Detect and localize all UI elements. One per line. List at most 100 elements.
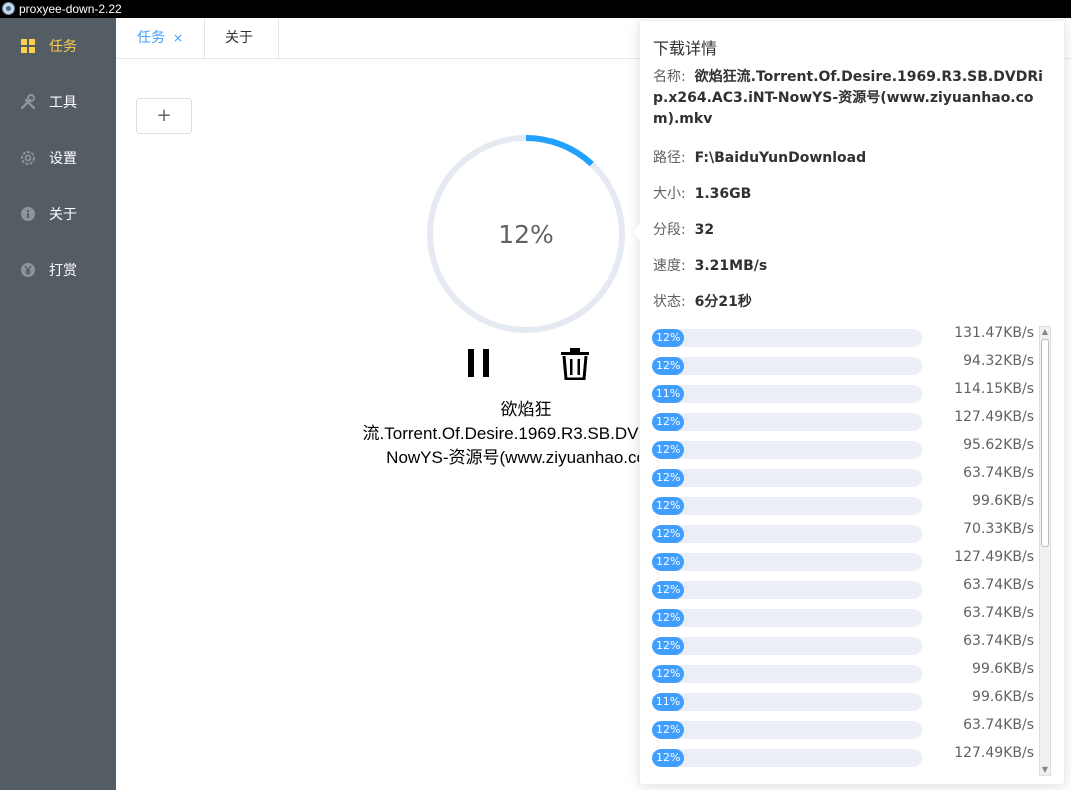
tab-about[interactable]: 关于 bbox=[205, 18, 279, 59]
sidebar: 任务 工具 设置 关于 打赏 bbox=[0, 18, 116, 790]
detail-key: 状态: bbox=[653, 294, 686, 310]
segment-progress-bar: 12% bbox=[652, 441, 922, 459]
segment-row: 12% 127.49KB/s bbox=[652, 547, 1038, 575]
detail-status: 状态: 6分21秒 bbox=[653, 291, 752, 311]
progress-percent: 12% bbox=[498, 219, 554, 249]
segment-progress-bar: 11% bbox=[652, 693, 922, 711]
segment-row: 12% 63.74KB/s bbox=[652, 603, 1038, 631]
segment-speed: 94.32KB/s bbox=[963, 353, 1034, 369]
window-title: proxyee-down-2.22 bbox=[19, 2, 122, 16]
sidebar-item-about[interactable]: 关于 bbox=[0, 186, 116, 242]
segment-speed: 63.74KB/s bbox=[963, 717, 1034, 733]
segment-speed: 99.6KB/s bbox=[972, 689, 1034, 705]
segment-speed: 63.74KB/s bbox=[963, 465, 1034, 481]
segment-speed: 99.6KB/s bbox=[972, 661, 1034, 677]
info-icon bbox=[21, 207, 35, 221]
sidebar-item-label: 工具 bbox=[49, 95, 77, 111]
segment-progress-bar: 12% bbox=[652, 637, 922, 655]
segment-speed: 99.6KB/s bbox=[972, 493, 1034, 509]
segment-progress-bar: 12% bbox=[652, 413, 922, 431]
detail-value: 6分21秒 bbox=[694, 294, 752, 310]
segment-row: 12% 127.49KB/s bbox=[652, 743, 1038, 771]
segment-row: 12% 63.74KB/s bbox=[652, 575, 1038, 603]
yen-icon bbox=[21, 263, 35, 277]
segment-speed: 95.62KB/s bbox=[963, 437, 1034, 453]
detail-key: 大小: bbox=[653, 186, 686, 202]
segment-speed: 114.15KB/s bbox=[954, 381, 1034, 397]
detail-speed: 速度: 3.21MB/s bbox=[653, 255, 767, 275]
segment-progress-fill: 12% bbox=[652, 637, 685, 655]
segment-row: 12% 94.32KB/s bbox=[652, 351, 1038, 379]
sidebar-item-label: 设置 bbox=[49, 151, 77, 167]
segment-progress-fill: 12% bbox=[652, 665, 685, 683]
close-icon[interactable]: × bbox=[173, 31, 183, 45]
segment-progress-fill: 12% bbox=[652, 553, 685, 571]
sidebar-item-tasks[interactable]: 任务 bbox=[0, 18, 116, 74]
segment-progress-bar: 11% bbox=[652, 385, 922, 403]
segment-progress-fill: 12% bbox=[652, 413, 685, 431]
segment-progress-fill: 12% bbox=[652, 721, 685, 739]
detail-key: 分段: bbox=[653, 222, 686, 238]
segment-progress-fill: 12% bbox=[652, 357, 685, 375]
segment-progress-bar: 12% bbox=[652, 749, 922, 767]
popover-title: 下载详情 bbox=[653, 39, 718, 58]
segment-row: 12% 99.6KB/s bbox=[652, 659, 1038, 687]
window-titlebar: proxyee-down-2.22 bbox=[0, 0, 1071, 18]
segment-progress-fill: 12% bbox=[652, 609, 685, 627]
segment-speed: 127.49KB/s bbox=[954, 745, 1034, 761]
delete-icon[interactable] bbox=[560, 348, 590, 380]
segment-progress-bar: 12% bbox=[652, 581, 922, 599]
scrollbar-thumb[interactable] bbox=[1041, 339, 1049, 547]
pause-icon[interactable] bbox=[466, 348, 492, 378]
detail-value: 32 bbox=[694, 222, 715, 238]
detail-path: 路径: F:\BaiduYunDownload bbox=[653, 147, 866, 167]
detail-key: 名称: bbox=[653, 69, 686, 85]
segment-progress-bar: 12% bbox=[652, 525, 922, 543]
segment-progress-fill: 12% bbox=[652, 581, 685, 599]
scroll-up-icon[interactable]: ▲ bbox=[1040, 327, 1050, 337]
segment-row: 12% 63.74KB/s bbox=[652, 463, 1038, 491]
sidebar-item-label: 打赏 bbox=[49, 263, 77, 279]
tools-icon bbox=[20, 94, 36, 110]
segment-row: 12% 131.47KB/s bbox=[652, 323, 1038, 351]
detail-value: F:\BaiduYunDownload bbox=[694, 150, 867, 166]
tab-label: 任务 bbox=[137, 30, 165, 46]
gear-icon bbox=[21, 151, 35, 165]
segment-speed: 63.74KB/s bbox=[963, 605, 1034, 621]
segment-speed: 131.47KB/s bbox=[954, 325, 1034, 341]
sidebar-item-settings[interactable]: 设置 bbox=[0, 130, 116, 186]
detail-value: 欲焰狂流.Torrent.Of.Desire.1969.R3.SB.DVDRip… bbox=[653, 69, 1043, 127]
grid-icon bbox=[21, 39, 35, 53]
detail-segments: 分段: 32 bbox=[653, 219, 714, 239]
sidebar-item-label: 任务 bbox=[49, 39, 77, 55]
segment-progress-fill: 12% bbox=[652, 525, 685, 543]
segment-speed: 63.74KB/s bbox=[963, 633, 1034, 649]
segment-row: 12% 99.6KB/s bbox=[652, 491, 1038, 519]
add-task-button[interactable]: + bbox=[136, 98, 192, 134]
segment-progress-bar: 12% bbox=[652, 553, 922, 571]
segment-speed: 127.49KB/s bbox=[954, 549, 1034, 565]
segment-row: 12% 70.33KB/s bbox=[652, 519, 1038, 547]
tab-label: 关于 bbox=[225, 30, 253, 46]
download-details-popover: 下载详情 名称: 欲焰狂流.Torrent.Of.Desire.1969.R3.… bbox=[630, 20, 1065, 785]
segment-row: 11% 99.6KB/s bbox=[652, 687, 1038, 715]
segment-progress-bar: 12% bbox=[652, 329, 922, 347]
detail-value: 3.21MB/s bbox=[694, 258, 768, 274]
scroll-down-icon[interactable]: ▼ bbox=[1040, 765, 1050, 775]
sidebar-item-label: 关于 bbox=[49, 207, 77, 223]
segment-progress-fill: 11% bbox=[652, 385, 684, 403]
segment-progress-fill: 12% bbox=[652, 329, 685, 347]
sidebar-item-donate[interactable]: 打赏 bbox=[0, 242, 116, 298]
segment-progress-bar: 12% bbox=[652, 721, 922, 739]
segment-progress-bar: 12% bbox=[652, 469, 922, 487]
sidebar-item-tools[interactable]: 工具 bbox=[0, 74, 116, 130]
detail-value: 1.36GB bbox=[694, 186, 752, 202]
tab-tasks[interactable]: 任务 × bbox=[116, 18, 205, 59]
segment-progress-bar: 12% bbox=[652, 665, 922, 683]
scrollbar[interactable]: ▲ ▼ bbox=[1039, 326, 1051, 776]
segment-list[interactable]: 12% 131.47KB/s 12% 94.32KB/s 11% 114.15KB/s 12… bbox=[640, 321, 1038, 783]
segment-row: 12% 95.62KB/s bbox=[652, 435, 1038, 463]
segment-row: 12% 63.74KB/s bbox=[652, 715, 1038, 743]
detail-size: 大小: 1.36GB bbox=[653, 183, 751, 203]
segment-progress-fill: 12% bbox=[652, 469, 685, 487]
